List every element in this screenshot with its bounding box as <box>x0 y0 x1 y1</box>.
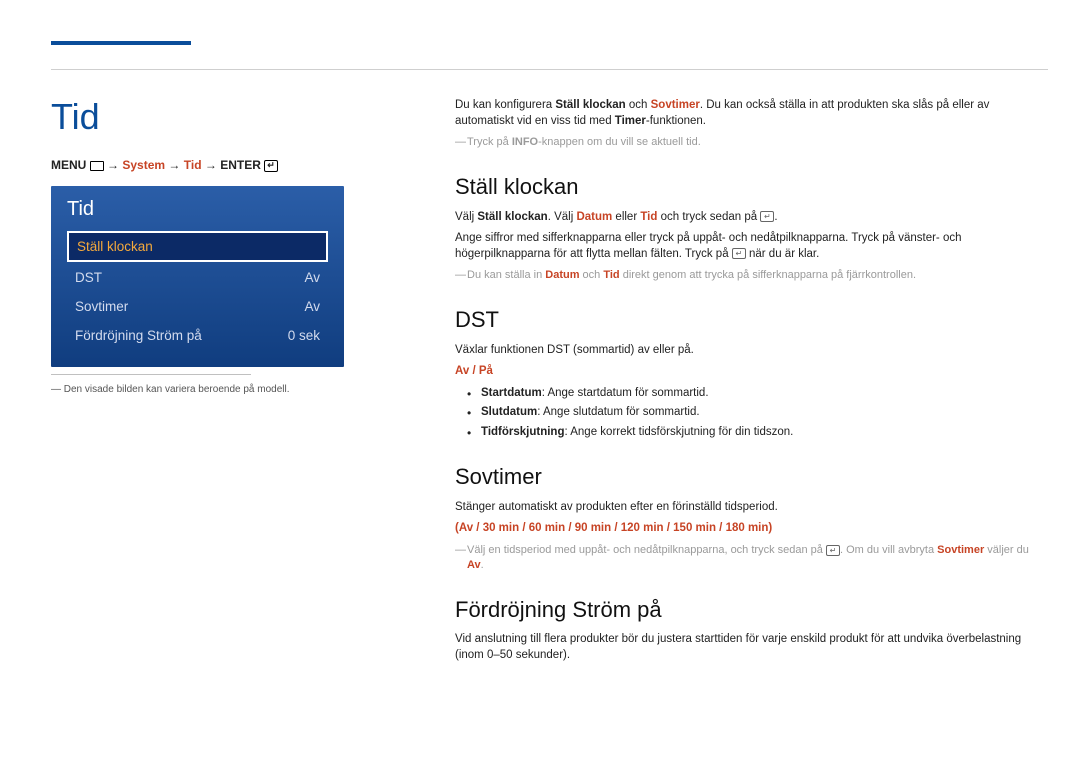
arrow: → <box>107 158 122 172</box>
menu-item-label: DST <box>75 270 102 285</box>
section-heading-stall-klockan: Ställ klockan <box>455 172 1046 202</box>
section3-options: (Av / 30 min / 60 min / 90 min / 120 min… <box>455 521 1046 537</box>
menu-item-stall-klockan[interactable]: Ställ klockan <box>67 231 328 262</box>
section-heading-sovtimer: Sovtimer <box>455 462 1046 492</box>
list-item: Startdatum: Ange startdatum för sommarti… <box>467 386 1046 402</box>
breadcrumb-enter: ENTER <box>220 158 261 172</box>
enter-icon: ↵ <box>732 248 746 259</box>
arrow: → <box>205 158 220 172</box>
panel-list: Ställ klockan DST Av Sovtimer Av Fördröj… <box>67 231 328 349</box>
menu-item-value: 0 sek <box>288 328 320 343</box>
section1-p1: Välj Ställ klockan. Välj Datum eller Tid… <box>455 210 1046 226</box>
section2-list: Startdatum: Ange startdatum för sommarti… <box>467 386 1046 441</box>
section1-note: Du kan ställa in Datum och Tid direkt ge… <box>455 268 1046 283</box>
section4-p1: Vid anslutning till flera produkter bör … <box>455 632 1046 663</box>
menu-item-dst[interactable]: DST Av <box>67 264 328 291</box>
section2-p1: Växlar funktionen DST (sommartid) av ell… <box>455 343 1046 359</box>
breadcrumb-system: System <box>122 158 165 172</box>
page-title: Tid <box>51 96 100 138</box>
content-body: Du kan konfigurera Ställ klockan och Sov… <box>455 98 1046 669</box>
panel-title: Tid <box>67 198 328 221</box>
section3-note: Välj en tidsperiod med uppåt- och nedåtp… <box>455 543 1046 573</box>
header-accent-bar <box>51 41 191 45</box>
section-heading-dst: DST <box>455 305 1046 335</box>
menu-item-label: Fördröjning Ström på <box>75 328 202 343</box>
intro-note: Tryck på INFO-knappen om du vill se aktu… <box>455 135 1046 150</box>
list-item: Tidförskjutning: Ange korrekt tidsförskj… <box>467 425 1046 441</box>
footnote-rule <box>51 374 251 375</box>
footnote: ― Den visade bilden kan variera beroende… <box>51 384 351 395</box>
section1-p2: Ange siffror med sifferknapparna eller t… <box>455 231 1046 262</box>
menu-icon <box>90 161 104 171</box>
intro-paragraph: Du kan konfigurera Ställ klockan och Sov… <box>455 98 1046 129</box>
enter-icon <box>264 160 278 172</box>
menu-item-label: Ställ klockan <box>77 239 153 254</box>
section2-toggle: Av / På <box>455 364 1046 380</box>
section-heading-fordrojning: Fördröjning Ström på <box>455 595 1046 625</box>
enter-icon: ↵ <box>826 545 840 556</box>
menu-item-label: Sovtimer <box>75 299 128 314</box>
breadcrumb-tid: Tid <box>184 158 202 172</box>
enter-icon: ↵ <box>760 211 774 222</box>
menu-item-fordrojning[interactable]: Fördröjning Ström på 0 sek <box>67 322 328 349</box>
list-item: Slutdatum: Ange slutdatum för sommartid. <box>467 405 1046 421</box>
header-rule <box>51 69 1048 70</box>
breadcrumb-menu: MENU <box>51 158 86 172</box>
menu-panel: Tid Ställ klockan DST Av Sovtimer Av För… <box>51 186 344 367</box>
breadcrumb: MENU → System → Tid → ENTER <box>51 158 278 172</box>
section3-p1: Stänger automatiskt av produkten efter e… <box>455 500 1046 516</box>
arrow: → <box>168 158 183 172</box>
menu-item-value: Av <box>304 299 320 314</box>
menu-item-value: Av <box>304 270 320 285</box>
menu-item-sovtimer[interactable]: Sovtimer Av <box>67 293 328 320</box>
